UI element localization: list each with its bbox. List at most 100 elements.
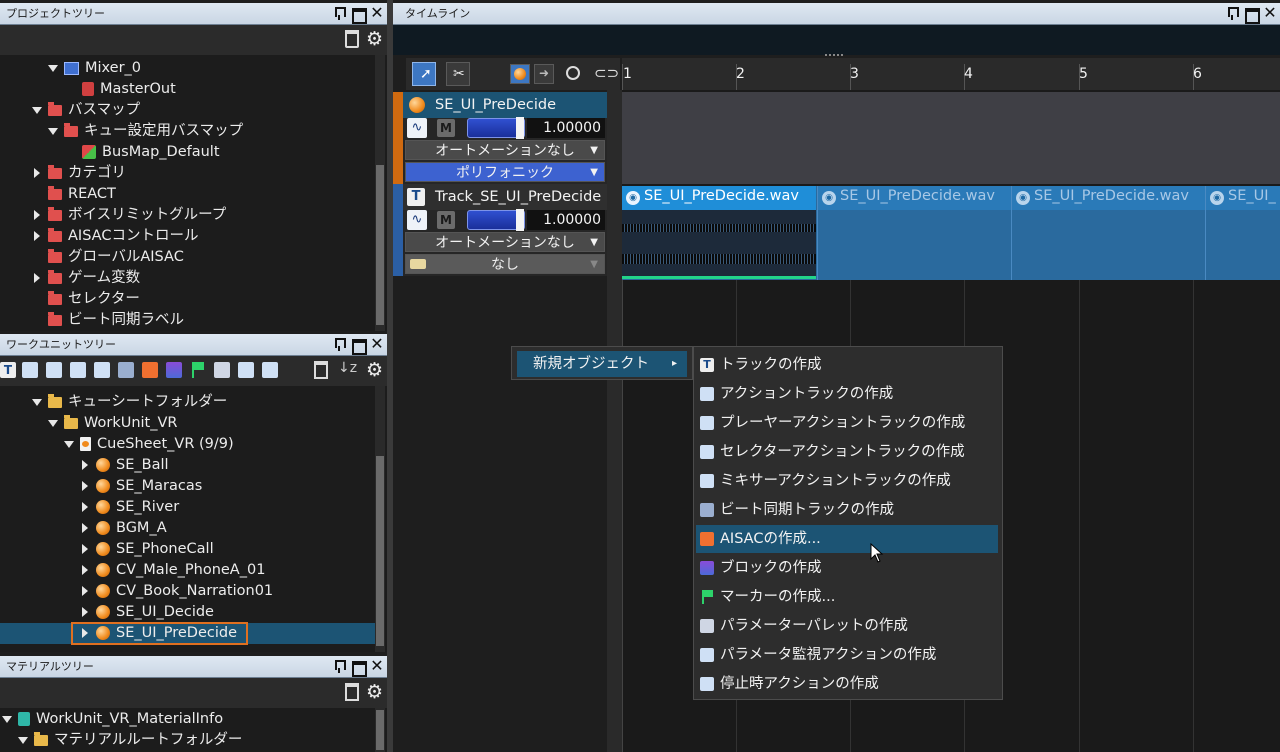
waveform-region[interactable]: ◉ SE_UI_ — [1205, 186, 1280, 280]
waveform-region[interactable]: ◉ SE_UI_PreDecide.wav — [817, 186, 1011, 280]
volume-value[interactable]: 1.00000 — [527, 118, 605, 138]
maximize-icon[interactable] — [1243, 5, 1260, 24]
action-track-icon[interactable] — [22, 362, 38, 378]
gear-icon[interactable]: ⚙ — [366, 681, 383, 703]
tree-item-cue[interactable]: SE_Ball — [82, 455, 169, 476]
close-icon[interactable]: ✕ — [369, 5, 385, 21]
tree-item-cue[interactable]: SE_PhoneCall — [82, 539, 214, 560]
menu-item-create-player-action[interactable]: プレーヤーアクショントラックの作成 — [696, 409, 998, 437]
tree-item-cuesheet-vr[interactable]: CueSheet_VR (9/9) — [64, 434, 234, 455]
aisac-icon[interactable] — [142, 362, 158, 378]
tree-item-voice-limit[interactable]: ボイスリミットグループ — [34, 205, 226, 226]
tree-item-cue[interactable]: SE_UI_Decide — [82, 602, 214, 623]
pin-icon[interactable] — [331, 658, 347, 674]
gear-icon[interactable]: ⚙ — [366, 359, 383, 381]
menu-item-create-action-track[interactable]: アクショントラックの作成 — [696, 380, 998, 408]
play-mode-select[interactable]: ポリフォニック ▼ — [405, 162, 605, 182]
trash-icon[interactable] — [314, 361, 328, 379]
tree-item-cue-busmap[interactable]: キュー設定用バスマップ — [48, 121, 243, 142]
track-icon[interactable]: T — [0, 362, 16, 378]
player-action-icon[interactable] — [46, 362, 62, 378]
horizontal-splitter-grip[interactable] — [825, 54, 843, 56]
tree-item-beat-sync-label[interactable]: ビート同期ラベル — [48, 310, 184, 331]
project-tree-scrollbar[interactable] — [375, 55, 385, 331]
volume-knob[interactable] — [516, 209, 524, 231]
tree-item-global-aisac[interactable]: グローバルAISAC — [48, 247, 184, 268]
tree-item-material-root[interactable]: マテリアルルートフォルダー — [18, 730, 242, 751]
timeline-ruler[interactable]: 1 2 3 4 5 6 — [622, 58, 1280, 90]
block-icon[interactable] — [166, 362, 182, 378]
menu-item-create-aisac[interactable]: AISACの作成... — [696, 525, 998, 553]
tree-item-category[interactable]: カテゴリ — [34, 163, 126, 184]
aisac-graph-icon[interactable]: ∿ — [407, 118, 427, 138]
marker-icon[interactable] — [190, 362, 206, 378]
close-icon[interactable]: ✕ — [369, 658, 385, 674]
mixer-action-icon[interactable] — [94, 362, 110, 378]
automation-select[interactable]: オートメーションなし ▼ — [405, 232, 605, 252]
menu-item-create-marker[interactable]: マーカーの作成... — [696, 583, 998, 611]
menu-item-create-block[interactable]: ブロックの作成 — [696, 554, 998, 582]
tree-item-workunit-vr[interactable]: WorkUnit_VR — [48, 413, 177, 434]
tree-item-cuesheet-folder[interactable]: キューシートフォルダー — [32, 392, 227, 413]
volume-knob[interactable] — [516, 117, 524, 139]
tree-item-cue[interactable]: CV_Book_Narration01 — [82, 581, 273, 602]
trash-icon[interactable] — [345, 683, 359, 701]
cue-mode-icon[interactable] — [510, 64, 530, 84]
param-palette-icon[interactable] — [214, 362, 230, 378]
pin-icon[interactable] — [1224, 5, 1240, 21]
automation-select[interactable]: オートメーションなし ▼ — [405, 140, 605, 160]
maximize-icon[interactable] — [350, 336, 367, 355]
tree-item-aisac-control[interactable]: AISACコントロール — [34, 226, 198, 247]
waveform-region[interactable]: ◉ SE_UI_PreDecide.wav — [1011, 186, 1205, 280]
pin-icon[interactable] — [331, 336, 347, 352]
menu-item-create-param-watch[interactable]: パラメータ監視アクションの作成 — [696, 641, 998, 669]
menu-item-create-param-palette[interactable]: パラメーターパレットの作成 — [696, 612, 998, 640]
menu-item-create-mixer-action[interactable]: ミキサーアクショントラックの作成 — [696, 467, 998, 495]
menu-item-create-stop-action[interactable]: 停止時アクションの作成 — [696, 670, 998, 698]
menu-item-create-selector-action[interactable]: セレクターアクショントラックの作成 — [696, 438, 998, 466]
selector-action-icon[interactable] — [70, 362, 86, 378]
clock-icon[interactable] — [566, 66, 580, 80]
tree-item-cue-selected[interactable]: SE_UI_PreDecide — [82, 623, 237, 644]
menu-item-create-beat-sync[interactable]: ビート同期トラックの作成 — [696, 496, 998, 524]
tree-item-cue[interactable]: SE_Maracas — [82, 476, 202, 497]
volume-slider[interactable] — [467, 117, 525, 139]
play-mode-icon[interactable]: ➜ — [534, 64, 554, 84]
new-object-menu-item[interactable]: 新規オブジェクト ▸ — [517, 351, 687, 377]
aisac-graph-icon[interactable]: ∿ — [407, 210, 427, 230]
cut-tool-icon[interactable]: ✂ — [446, 62, 470, 86]
gear-icon[interactable]: ⚙ — [366, 28, 383, 50]
trash-icon[interactable] — [345, 30, 359, 48]
tree-item-busmap-default[interactable]: BusMap_Default — [82, 142, 220, 163]
maximize-icon[interactable] — [350, 658, 367, 677]
volume-value[interactable]: 1.00000 — [527, 210, 605, 230]
close-icon[interactable]: ✕ — [1262, 5, 1278, 21]
cue-header[interactable]: SE_UI_PreDecide ∿ M 1.00000 オートメーションなし ▼ … — [393, 92, 607, 184]
mute-button[interactable]: M — [437, 119, 455, 137]
mute-button[interactable]: M — [437, 211, 455, 229]
sort-icon[interactable]: ↓z — [338, 360, 357, 376]
tree-item-react[interactable]: REACT — [48, 184, 116, 205]
beat-sync-icon[interactable] — [118, 362, 134, 378]
pointer-tool-icon[interactable]: ➚ — [412, 62, 436, 86]
workunit-tree-scrollbar[interactable] — [375, 386, 385, 652]
stop-action-icon[interactable] — [262, 362, 278, 378]
tree-item-cue[interactable]: SE_River — [82, 497, 179, 518]
volume-slider[interactable] — [467, 209, 525, 231]
link-icon[interactable]: ⊂⊃ — [594, 64, 619, 82]
track-header-splitter[interactable] — [607, 90, 622, 752]
close-icon[interactable]: ✕ — [369, 336, 385, 352]
tree-item-cue[interactable]: CV_Male_PhoneA_01 — [82, 560, 265, 581]
tree-item-material-info[interactable]: WorkUnit_VR_MaterialInfo — [2, 709, 223, 730]
pin-icon[interactable] — [331, 5, 347, 21]
track-option-select[interactable]: なし ▼ — [405, 254, 605, 274]
tree-item-cue[interactable]: BGM_A — [82, 518, 167, 539]
menu-item-create-track[interactable]: T トラックの作成 — [696, 351, 998, 379]
tree-item-game-variable[interactable]: ゲーム変数 — [34, 268, 140, 289]
tree-item-mixer[interactable]: Mixer_0 — [48, 58, 141, 79]
tree-item-selector[interactable]: セレクター — [48, 289, 140, 310]
maximize-icon[interactable] — [350, 5, 367, 24]
waveform-region[interactable]: ◉ SE_UI_PreDecide.wav — [622, 186, 816, 280]
tree-item-busmap[interactable]: バスマップ — [32, 100, 140, 121]
track-header[interactable]: T Track_SE_UI_PreDecide ∿ M 1.00000 オートメ… — [393, 184, 607, 276]
